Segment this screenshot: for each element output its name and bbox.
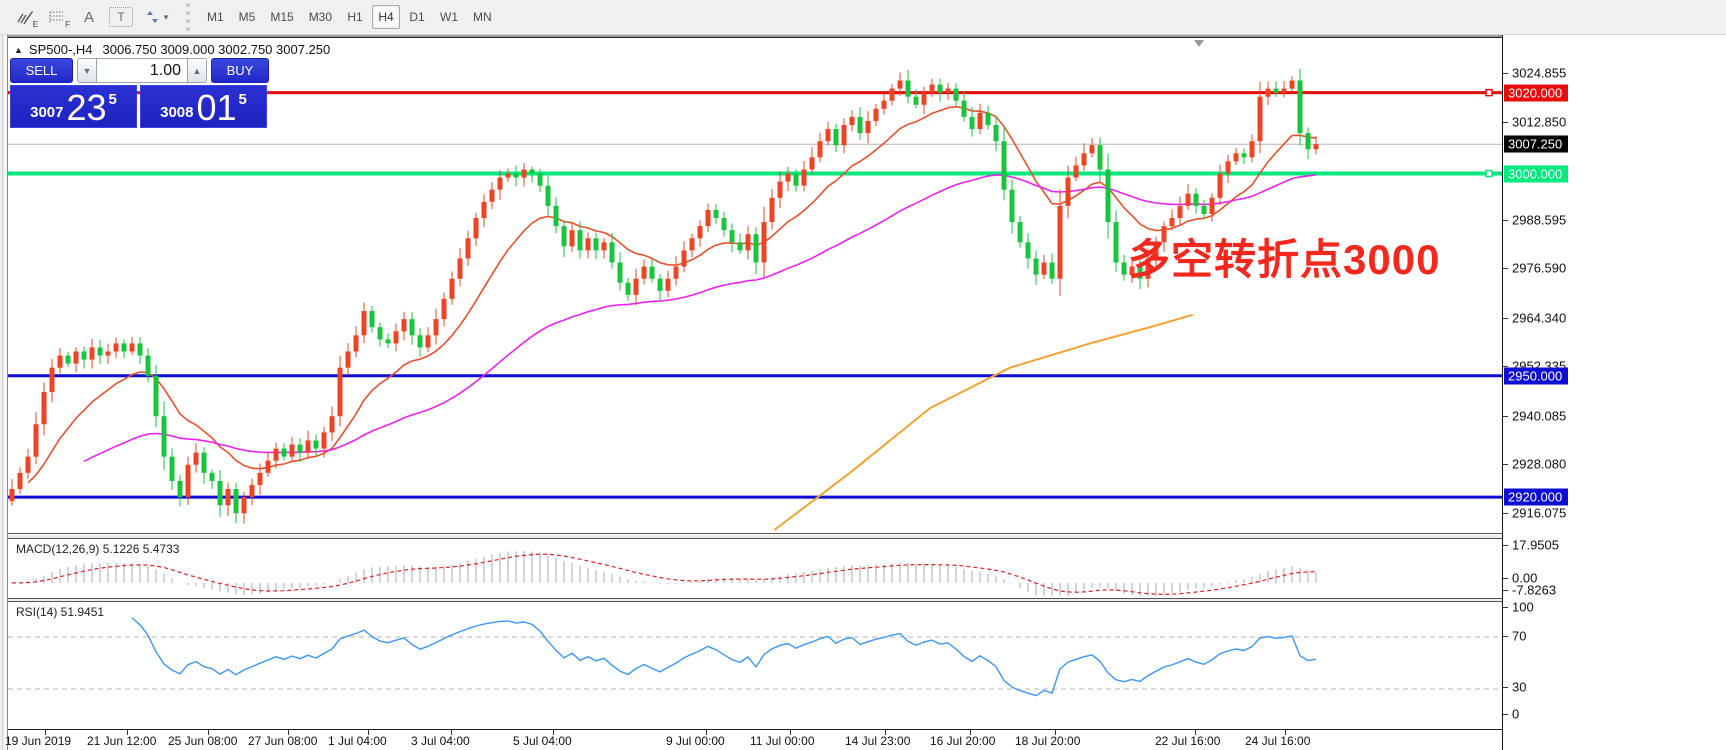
text-box-icon[interactable]: T: [109, 7, 133, 27]
sell-price-sup: 5: [109, 91, 117, 108]
time-tick-label: 3 Jul 04:00: [411, 734, 470, 748]
timeframe-button-h1[interactable]: H1: [341, 5, 369, 29]
time-tick-label: 18 Jul 20:00: [1015, 734, 1080, 748]
chart-window: ▲ SP500-,H4 3006.750 3009.000 3002.750 3…: [8, 35, 1502, 750]
chart-text-annotation[interactable]: 多空转折点3000: [1128, 226, 1440, 287]
macd-label: MACD(12,26,9) 5.1226 5.4733: [16, 542, 179, 556]
volume-increase-button[interactable]: ▲: [187, 58, 207, 83]
timeframe-button-w1[interactable]: W1: [434, 5, 464, 29]
buy-button[interactable]: BUY: [211, 58, 269, 83]
price-tick-mark: [1503, 220, 1508, 221]
price-level-badge: 3020.000: [1504, 84, 1568, 101]
time-tick-label: 9 Jul 00:00: [666, 734, 725, 748]
time-tick-label: 1 Jul 04:00: [328, 734, 387, 748]
volume-decrease-button[interactable]: ▼: [77, 58, 97, 83]
icon-sub-letter: F: [65, 20, 70, 29]
price-tick-mark: [1503, 714, 1508, 715]
indicator-tick-label: 70: [1512, 629, 1526, 644]
price-tick-mark: [1503, 687, 1508, 688]
time-tick-label: 5 Jul 04:00: [513, 734, 572, 748]
rsi-label: RSI(14) 51.9451: [16, 605, 104, 619]
sell-quote-box[interactable]: 3007 23 5: [10, 85, 137, 128]
timeframe-button-h4[interactable]: H4: [372, 5, 400, 29]
dropdown-caret-icon: ▾: [164, 12, 169, 23]
main-chart-panel[interactable]: ▲ SP500-,H4 3006.750 3009.000 3002.750 3…: [8, 37, 1502, 534]
price-tick-mark: [1503, 318, 1508, 319]
buy-price-big: 01: [196, 92, 236, 124]
macd-panel[interactable]: MACD(12,26,9) 5.1226 5.4733: [8, 538, 1502, 599]
price-tick-label: 3024.855: [1512, 66, 1566, 81]
price-tick-label: 2964.340: [1512, 310, 1566, 325]
time-axis[interactable]: 19 Jun 2019 21 Jun 12:00 25 Jun 08:00 27 Ju…: [8, 730, 1502, 750]
macd-chart[interactable]: [8, 539, 1502, 598]
time-tick-label: 25 Jun 08:00: [168, 734, 237, 748]
price-tick-mark: [1503, 268, 1508, 269]
indicator-tick-label: 0: [1512, 707, 1519, 722]
grid-template-icon[interactable]: F: [42, 4, 72, 30]
window-left-edge: [0, 35, 8, 750]
time-tick-label: 22 Jul 16:00: [1155, 734, 1220, 748]
price-tick-label: 2988.595: [1512, 212, 1566, 227]
timeframe-button-m30[interactable]: M30: [303, 5, 338, 29]
toolbar-separator[interactable]: [186, 3, 195, 31]
price-tick-mark: [1503, 578, 1508, 579]
price-tick-mark: [1503, 636, 1508, 637]
one-click-trade-panel: SELL ▼ ▲ BUY 3007 23 5 3008 01 5: [10, 58, 272, 128]
symbol-marker-icon: ▲: [14, 45, 23, 55]
timeframe-button-d1[interactable]: D1: [403, 5, 431, 29]
symbol-ohlc: 3006.750 3009.000 3002.750 3007.250: [103, 42, 331, 57]
price-tick-mark: [1503, 73, 1508, 74]
sort-arrows-icon[interactable]: ▾: [138, 4, 176, 30]
price-level-badge: 2920.000: [1504, 489, 1568, 506]
buy-price-prefix: 3008: [160, 104, 193, 121]
indicator-tick-label: 30: [1512, 680, 1526, 695]
indicator-tick-label: -7.8263: [1512, 583, 1556, 598]
icon-sub-letter: E: [33, 20, 38, 29]
indicator-tick-label: 100: [1512, 600, 1534, 615]
sell-price-prefix: 3007: [30, 104, 63, 121]
price-tick-mark: [1503, 607, 1508, 608]
price-tick-label: 3012.850: [1512, 114, 1566, 129]
timeframe-button-m1[interactable]: M1: [201, 5, 230, 29]
timeframe-button-m5[interactable]: M5: [233, 5, 262, 29]
timeframe-button-mn[interactable]: MN: [467, 5, 498, 29]
price-tick-mark: [1503, 464, 1508, 465]
timeframe-buttons: M1M5M15M30H1H4D1W1MN: [201, 5, 501, 29]
price-tick-mark: [1503, 416, 1508, 417]
rsi-panel[interactable]: RSI(14) 51.9451: [8, 601, 1502, 730]
price-tick-mark: [1503, 545, 1508, 546]
time-tick-label: 19 Jun 2019: [5, 734, 71, 748]
price-axis[interactable]: 3024.855 3012.850 2988.595 2976.590 2964.340…: [1502, 35, 1726, 750]
time-tick-label: 24 Jul 16:00: [1245, 734, 1310, 748]
symbol-title: ▲ SP500-,H4 3006.750 3009.000 3002.750 3…: [14, 42, 330, 57]
price-level-badge: 3007.250: [1504, 136, 1568, 153]
price-tick-label: 2940.085: [1512, 408, 1566, 423]
rsi-chart[interactable]: [8, 602, 1502, 729]
sell-button[interactable]: SELL: [10, 58, 73, 83]
time-tick-label: 16 Jul 20:00: [930, 734, 995, 748]
price-tick-label: 2916.075: [1512, 505, 1566, 520]
price-tick-mark: [1503, 590, 1508, 591]
price-tick-label: 2928.080: [1512, 457, 1566, 472]
price-tick-label: 2976.590: [1512, 261, 1566, 276]
chart-toolbar: E F A T ▾ M1M5M15M30H1H4D1W1MN: [0, 0, 1726, 35]
buy-price-sup: 5: [239, 91, 247, 108]
price-level-badge: 2950.000: [1504, 367, 1568, 384]
indicators-icon[interactable]: E: [10, 4, 40, 30]
time-tick-label: 21 Jun 12:00: [87, 734, 156, 748]
text-label-icon[interactable]: A: [74, 4, 104, 30]
volume-input[interactable]: [97, 58, 187, 83]
time-tick-label: 27 Jun 08:00: [248, 734, 317, 748]
timeframe-button-m15[interactable]: M15: [264, 5, 299, 29]
sell-price-big: 23: [66, 92, 106, 124]
symbol-name: SP500-,H4: [29, 42, 93, 57]
time-tick-label: 11 Jul 00:00: [750, 734, 815, 748]
indicator-tick-label: 17.9505: [1512, 538, 1559, 553]
buy-quote-box[interactable]: 3008 01 5: [140, 85, 267, 128]
price-tick-mark: [1503, 513, 1508, 514]
price-level-badge: 3000.000: [1504, 165, 1568, 182]
time-tick-label: 14 Jul 23:00: [845, 734, 910, 748]
mt4-terminal: E F A T ▾ M1M5M15M30H1H4D1W1MN ▲ SP500-,…: [0, 0, 1726, 750]
price-tick-mark: [1503, 122, 1508, 123]
